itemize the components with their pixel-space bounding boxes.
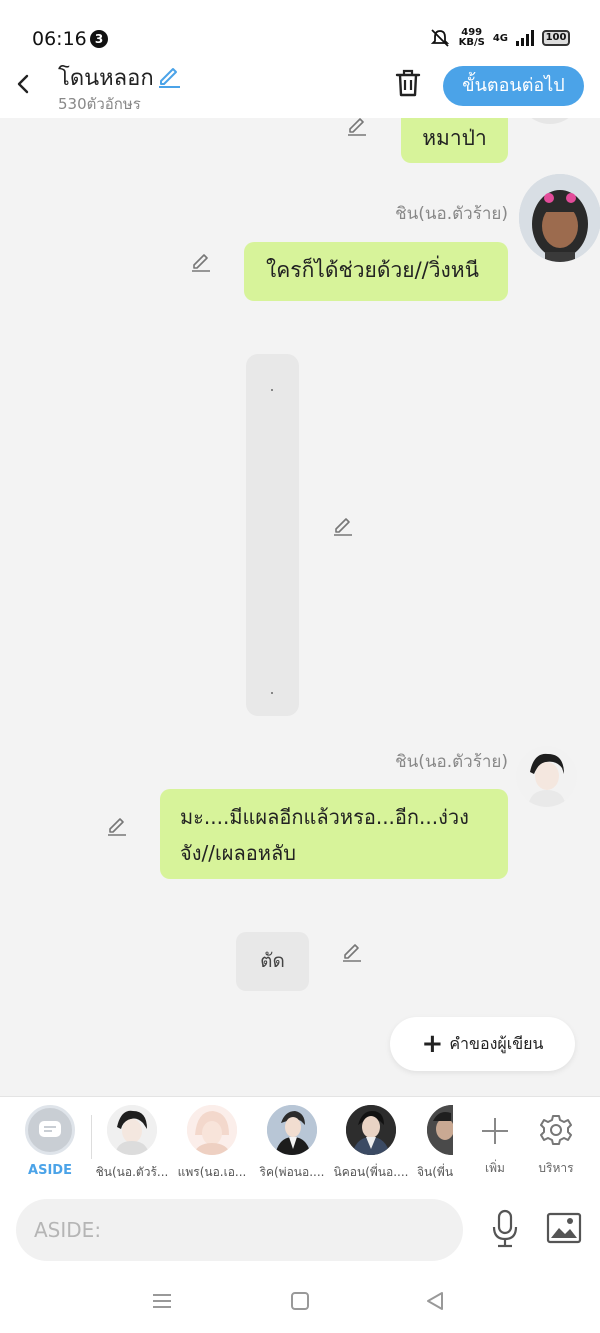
status-time: 06:16 (32, 28, 87, 50)
add-character-button[interactable]: เพิ่ม (465, 1107, 525, 1178)
boy-avatar-image (516, 746, 577, 807)
trash-icon[interactable] (394, 68, 422, 98)
speaker-name: ชิน(นอ.ตัวร้าย) (395, 752, 508, 772)
back-triangle-icon[interactable] (424, 1290, 446, 1312)
avatar (187, 1105, 237, 1155)
home-icon[interactable] (289, 1290, 311, 1312)
character-chip[interactable]: ชิน(นอ.ตัวร้... (92, 1105, 172, 1182)
mute-icon (430, 29, 449, 47)
network-speed: 499 KB/S (458, 27, 485, 48)
character-avatar-image (427, 1105, 453, 1155)
avatar[interactable] (519, 174, 600, 262)
message-text: มะ....มีแผลอีกแล้วหรอ...อีก...ง่วง (180, 805, 469, 829)
message-bubble[interactable]: ใครก็ได้ช่วยด้วย//วิ่งหนี (244, 242, 508, 301)
avatar (346, 1105, 396, 1155)
character-bar: ASIDE ชิน(นอ.ตัวร้... แพร(นอ.เอ... ริค(พ… (0, 1096, 600, 1190)
pencil-icon[interactable] (190, 250, 212, 272)
chat-bubble-icon (39, 1121, 61, 1137)
message-bubble[interactable]: หมาป่า (401, 118, 508, 163)
message-text: จัง//เผลอหลับ (180, 841, 296, 865)
character-avatar-image (346, 1105, 396, 1155)
input-bar (0, 1190, 600, 1270)
gear-icon (540, 1115, 572, 1145)
microphone-icon[interactable] (489, 1208, 521, 1250)
status-icons: 499 KB/S 4G 100 (429, 28, 570, 48)
network-type: 4G (492, 32, 508, 44)
character-count: 530ตัวอักษร (58, 95, 141, 113)
character-chip[interactable]: จิน(พี่น (411, 1105, 453, 1182)
aside-avatar (25, 1105, 75, 1155)
author-note-label: คำของผู้เขียน (449, 1033, 544, 1053)
pencil-icon[interactable] (106, 814, 128, 836)
pencil-icon[interactable] (346, 118, 368, 136)
pencil-icon[interactable] (332, 514, 354, 536)
dot (271, 692, 273, 694)
plus-icon (482, 1118, 508, 1144)
character-chip[interactable]: นิคอน(พี่นอ.... (331, 1105, 411, 1182)
message-text: หมาป่า (422, 126, 487, 150)
dot (271, 389, 273, 391)
notification-badge: 3 (90, 30, 108, 48)
avatar (267, 1105, 317, 1155)
cut-scene-bubble[interactable]: ตัด (236, 932, 309, 991)
aside-input[interactable] (16, 1199, 463, 1261)
character-name: แพร(นอ.เอ... (177, 1165, 247, 1179)
chevron-left-icon[interactable] (12, 70, 36, 98)
speaker-name: ชิน(นอ.ตัวร้าย) (395, 204, 508, 224)
status-bar: 06:16 3 499 KB/S 4G 100 (0, 0, 600, 58)
author-note-button[interactable]: + คำของผู้เขียน (390, 1017, 575, 1071)
aside-character[interactable]: ASIDE (10, 1105, 90, 1178)
image-icon[interactable] (546, 1212, 582, 1244)
character-name: จิน(พี่น (417, 1165, 453, 1179)
page-title[interactable]: โดนหลอก (58, 60, 154, 95)
pencil-icon[interactable] (341, 940, 363, 962)
avatar (427, 1105, 453, 1155)
avatar[interactable] (516, 746, 577, 807)
boy-avatar-image (107, 1105, 157, 1155)
system-nav-bar (0, 1270, 600, 1333)
manage-label: บริหาร (538, 1161, 574, 1175)
character-avatar-image (187, 1105, 237, 1155)
header: โดนหลอก 530ตัวอักษร ขั้นตอนต่อไป (0, 58, 600, 118)
girl-avatar-image (519, 174, 600, 262)
menu-icon[interactable] (151, 1290, 173, 1312)
add-label: เพิ่ม (485, 1161, 505, 1175)
battery-icon: 100 (542, 30, 570, 46)
aside-label: ASIDE (28, 1163, 72, 1178)
message-bubble[interactable]: มะ....มีแผลอีกแล้วหรอ...อีก...ง่วง จัง//… (160, 789, 508, 879)
character-avatar-image (267, 1105, 317, 1155)
chat-area[interactable]: หมาป่า ชิน(นอ.ตัวร้าย) ใครก็ได้ช่วยด้วย/… (0, 118, 600, 1096)
character-name: ริค(พ่อนอ.... (259, 1165, 325, 1179)
message-text: ใครก็ได้ช่วยด้วย//วิ่งหนี (266, 258, 479, 282)
character-name: นิคอน(พี่นอ.... (333, 1165, 409, 1179)
character-chip[interactable]: แพร(นอ.เอ... (172, 1105, 252, 1182)
signal-icon (516, 30, 534, 46)
plus-icon: + (421, 1029, 444, 1059)
pencil-icon[interactable] (156, 62, 182, 88)
avatar[interactable] (520, 118, 580, 124)
blank-message-bubble[interactable] (246, 354, 299, 716)
manage-button[interactable]: บริหาร (526, 1107, 586, 1178)
character-name: ชิน(นอ.ตัวร้... (95, 1165, 169, 1179)
next-step-button[interactable]: ขั้นตอนต่อไป (443, 66, 584, 106)
character-chip[interactable]: ริค(พ่อนอ.... (252, 1105, 332, 1182)
avatar (107, 1105, 157, 1155)
